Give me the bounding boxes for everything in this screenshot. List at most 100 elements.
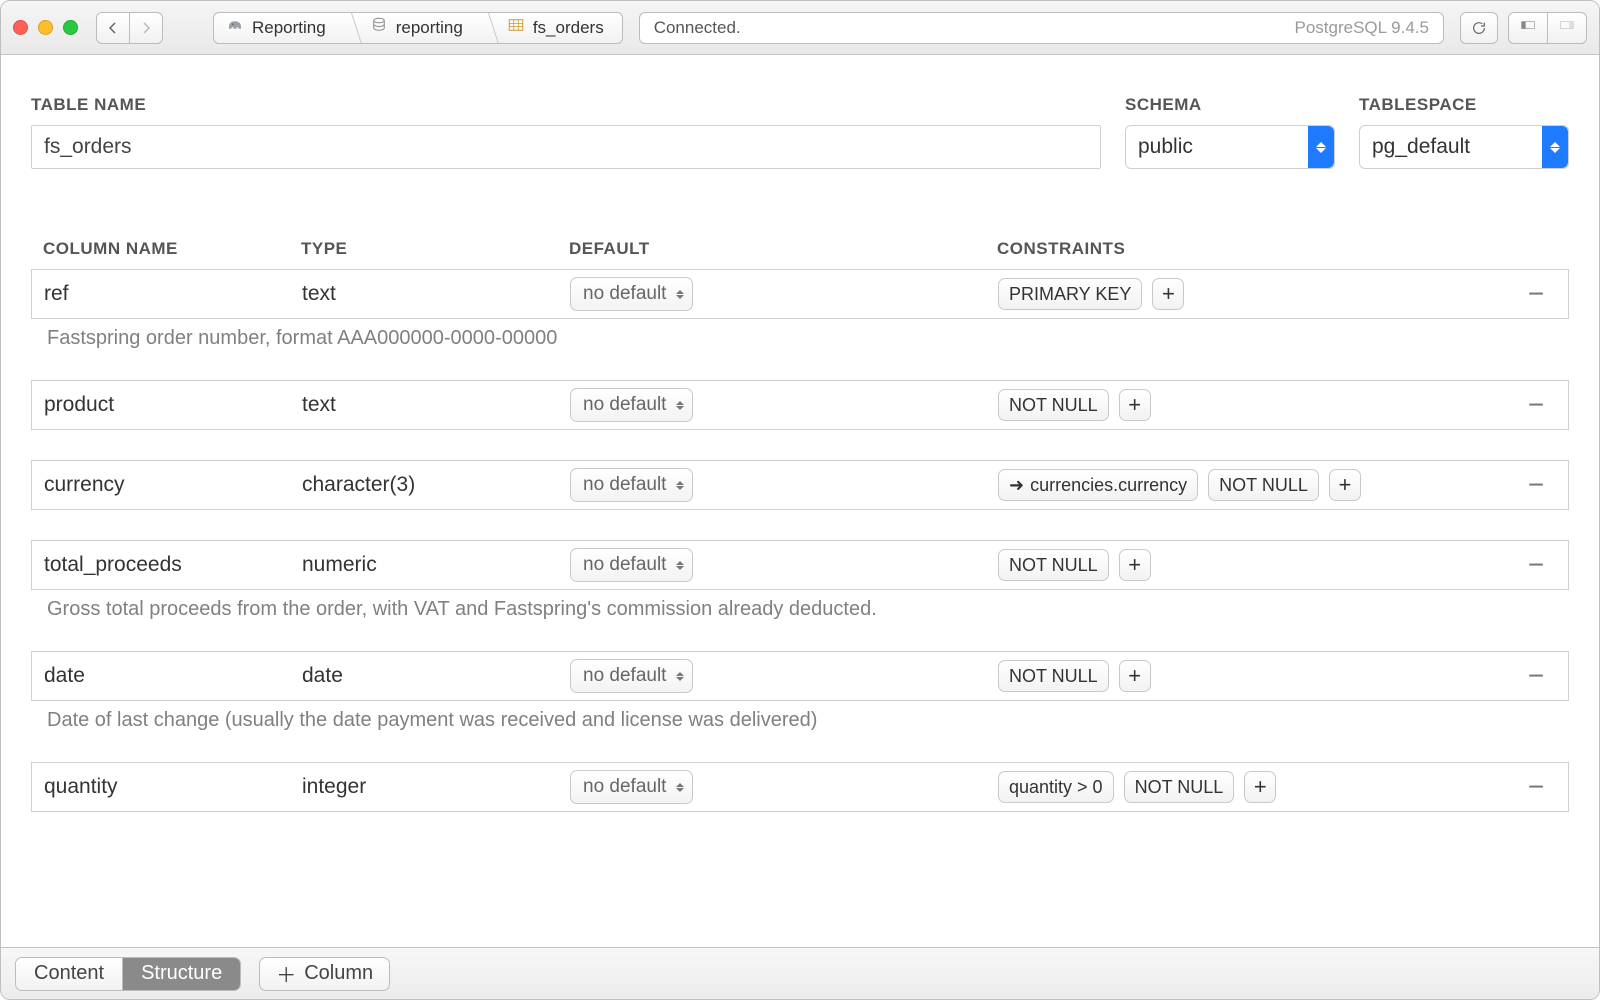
breadcrumb-database[interactable]: reporting (344, 13, 481, 43)
column-row: total_proceeds numeric no default NOT NULL +… (31, 540, 1569, 590)
add-constraint-button[interactable]: + (1244, 771, 1276, 803)
column-name-input[interactable]: ref (44, 282, 294, 306)
nav-back-button[interactable] (96, 12, 130, 44)
left-panel-toggle[interactable] (1508, 12, 1548, 44)
foreign-key-label: currencies.currency (1030, 475, 1187, 496)
column-card: date date no default NOT NULL + − Date of last… (31, 651, 1569, 732)
column-default-cell: no default (570, 277, 990, 311)
table-name-value: fs_orders (44, 135, 132, 159)
columns-header: Column Name Type Default Constraints (31, 239, 1569, 269)
breadcrumb-database-label: reporting (396, 18, 463, 38)
column-default-popup[interactable]: no default (570, 770, 693, 804)
column-description: Fastspring order number, format AAA00000… (31, 319, 1569, 350)
column-description: Date of last change (usually the date pa… (31, 701, 1569, 732)
column-default-popup[interactable]: no default (570, 548, 693, 582)
column-default-popup[interactable]: no default (570, 388, 693, 422)
remove-column-button[interactable]: − (1516, 469, 1556, 501)
schema-label: Schema (1125, 95, 1335, 115)
columns-list: reftextno defaultPRIMARY KEY+−Fastspring… (31, 269, 1569, 812)
nav-back-forward (96, 12, 163, 44)
updown-icon (676, 481, 684, 490)
constraint-pill[interactable]: NOT NULL (998, 660, 1109, 692)
column-default-value: no default (583, 474, 666, 496)
breadcrumb-connection[interactable]: Reporting (214, 13, 344, 43)
tablespace-label: Tablespace (1359, 95, 1569, 115)
column-default-popup[interactable]: no default (570, 468, 693, 502)
column-constraints: NOT NULL + (998, 389, 1508, 421)
remove-column-button[interactable]: − (1516, 278, 1556, 310)
column-row: product text no default NOT NULL + − (31, 380, 1569, 430)
header-constraints: Constraints (997, 239, 1509, 259)
column-default-cell: no default (570, 468, 990, 502)
tablespace-field: Tablespace pg_default (1359, 95, 1569, 169)
constraint-pill[interactable]: NOT NULL (998, 389, 1109, 421)
breadcrumb-table[interactable]: fs_orders (481, 13, 622, 43)
column-type-input[interactable]: text (302, 393, 562, 417)
add-column-button[interactable]: ＋ Column (259, 957, 390, 991)
minimize-window-button[interactable] (38, 20, 53, 35)
table-name-input[interactable]: fs_orders (31, 125, 1101, 169)
breadcrumb-connection-label: Reporting (252, 18, 326, 38)
add-constraint-button[interactable]: + (1152, 278, 1184, 310)
updown-icon (676, 401, 684, 410)
table-meta-row: Table Name fs_orders Schema public Table… (31, 95, 1569, 169)
column-default-popup[interactable]: no default (570, 277, 693, 311)
tab-structure[interactable]: Structure (122, 958, 240, 990)
table-icon (507, 16, 525, 39)
column-type-input[interactable]: text (302, 282, 562, 306)
column-type-input[interactable]: character(3) (302, 473, 562, 497)
column-default-popup[interactable]: no default (570, 659, 693, 693)
add-constraint-button[interactable]: + (1119, 389, 1151, 421)
constraint-pill[interactable]: NOT NULL (1208, 469, 1319, 501)
updown-icon (676, 783, 684, 792)
add-constraint-button[interactable]: + (1119, 549, 1151, 581)
select-stepper-icon (1308, 126, 1334, 168)
constraint-pill[interactable]: NOT NULL (1124, 771, 1235, 803)
column-default-value: no default (583, 283, 666, 305)
select-stepper-icon (1542, 126, 1568, 168)
column-name-input[interactable]: currency (44, 473, 294, 497)
right-panel-toggle[interactable] (1548, 12, 1587, 44)
table-name-field: Table Name fs_orders (31, 95, 1101, 169)
column-type-input[interactable]: integer (302, 775, 562, 799)
column-card: product text no default NOT NULL + − (31, 380, 1569, 430)
column-card: currency character(3) no default ➜currencie… (31, 460, 1569, 510)
nav-forward-button[interactable] (130, 12, 163, 44)
schema-select[interactable]: public (1125, 125, 1335, 169)
foreign-key-pill[interactable]: ➜currencies.currency (998, 469, 1198, 501)
column-constraints: ➜currencies.currency NOT NULL + (998, 469, 1508, 501)
constraint-pill[interactable]: PRIMARY KEY (998, 278, 1142, 310)
zoom-window-button[interactable] (63, 20, 78, 35)
reload-button[interactable] (1460, 12, 1498, 44)
tab-content[interactable]: Content (16, 958, 122, 990)
column-constraints: PRIMARY KEY + (998, 278, 1508, 310)
remove-column-button[interactable]: − (1516, 771, 1556, 803)
panel-toggle-group (1508, 12, 1587, 44)
remove-column-button[interactable]: − (1516, 660, 1556, 692)
column-type-input[interactable]: numeric (302, 553, 562, 577)
add-constraint-button[interactable]: + (1329, 469, 1361, 501)
add-constraint-button[interactable]: + (1119, 660, 1151, 692)
close-window-button[interactable] (13, 20, 28, 35)
column-name-input[interactable]: quantity (44, 775, 294, 799)
status-server: PostgreSQL 9.4.5 (1294, 18, 1429, 38)
column-default-value: no default (583, 554, 666, 576)
constraint-pill[interactable]: quantity > 0 (998, 771, 1114, 803)
column-default-cell: no default (570, 659, 990, 693)
column-row: quantity integer no default quantity > 0 NOT… (31, 762, 1569, 812)
tablespace-select[interactable]: pg_default (1359, 125, 1569, 169)
tablespace-value: pg_default (1372, 135, 1470, 159)
constraint-pill[interactable]: NOT NULL (998, 549, 1109, 581)
column-default-cell: no default (570, 770, 990, 804)
column-type-input[interactable]: date (302, 664, 562, 688)
table-name-label: Table Name (31, 95, 1101, 115)
column-name-input[interactable]: total_proceeds (44, 553, 294, 577)
column-card: quantity integer no default quantity > 0 NOT… (31, 762, 1569, 812)
column-name-input[interactable]: product (44, 393, 294, 417)
remove-column-button[interactable]: − (1516, 549, 1556, 581)
breadcrumb-table-label: fs_orders (533, 18, 604, 38)
plus-icon: ＋ (276, 959, 296, 988)
column-name-input[interactable]: date (44, 664, 294, 688)
remove-column-button[interactable]: − (1516, 389, 1556, 421)
column-row: currency character(3) no default ➜currencie… (31, 460, 1569, 510)
